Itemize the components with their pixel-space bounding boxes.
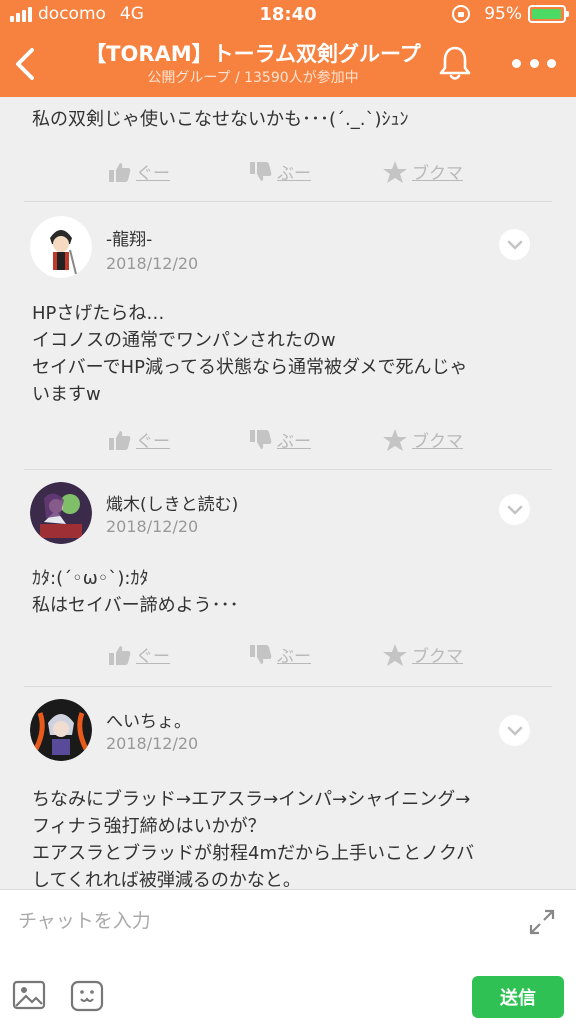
user-avatar-image (30, 699, 92, 761)
expand-input-button[interactable] (528, 908, 556, 936)
bell-icon (439, 46, 471, 80)
battery-percent: 95% (484, 4, 522, 24)
post-body-line: 私はセイバー諦めよう･･･ (32, 595, 239, 616)
chat-input[interactable] (18, 904, 508, 938)
post-actions: ぐー ぶー ブクマ (0, 159, 576, 189)
good-label: ぐー (136, 647, 170, 667)
thumbs-up-icon (109, 645, 131, 665)
bookmark-button[interactable]: ブクマ (382, 642, 463, 667)
back-button[interactable] (10, 44, 40, 84)
good-button[interactable]: ぐー (108, 159, 170, 184)
chevron-down-icon (507, 240, 522, 250)
avatar[interactable] (30, 216, 92, 278)
avatar[interactable] (30, 482, 92, 544)
post-username: -龍翔- (106, 230, 153, 250)
good-button[interactable]: ぐー (108, 427, 170, 452)
image-icon (12, 980, 46, 1010)
boo-button[interactable]: ぶー (249, 427, 311, 452)
status-bar: docomo 4G 18:40 95% (0, 0, 576, 30)
post-body-line: HPさげたらね… (32, 303, 165, 324)
thumbs-down-icon (250, 161, 272, 181)
chat-feed[interactable]: 私の双剣じゃ使いこなせないかも･･･(´._.`)ｼｭﾝ ぐー ぶー ブクマ -… (0, 97, 576, 889)
post-body-line: ちなみにブラッド→エアスラ→インパ→シャイニング→ (32, 789, 471, 810)
bookmark-button[interactable]: ブクマ (382, 159, 463, 184)
post-body-line: いますw (32, 384, 101, 405)
chat-post: 熾木(しきと読む) 2018/12/20 ｶﾀ:(´◦ω◦`):ｶﾀ 私はセイバ… (0, 470, 576, 687)
post-options-button[interactable] (499, 494, 530, 525)
boo-button[interactable]: ぶー (249, 642, 311, 667)
thumbs-up-icon (109, 430, 131, 450)
thumbs-down-icon (250, 644, 272, 664)
bookmark-label: ブクマ (412, 647, 463, 667)
star-icon (383, 643, 407, 666)
more-menu-button[interactable] (512, 48, 556, 78)
post-options-button[interactable] (499, 715, 530, 746)
chat-post: へいちょ。 2018/12/20 ちなみにブラッド→エアスラ→インパ→シャイニン… (0, 687, 576, 889)
notification-button[interactable] (437, 44, 473, 82)
emoji-icon (70, 980, 104, 1012)
chevron-left-icon (16, 48, 34, 80)
user-avatar-image (30, 482, 92, 544)
avatar[interactable] (30, 699, 92, 761)
battery-icon (528, 5, 569, 23)
boo-label: ぶー (277, 647, 311, 667)
post-body-line: フィナう強打締めはいかが？ (32, 816, 266, 837)
boo-button[interactable]: ぶー (249, 159, 311, 184)
battery-level (532, 9, 561, 19)
chat-post: -龍翔- 2018/12/20 HPさげたらね… イコノスの通常でワンパンされた… (0, 202, 576, 470)
group-subtitle: 公開グループ / 13590人が参加中 (147, 70, 359, 86)
boo-label: ぶー (277, 432, 311, 452)
good-label: ぐー (136, 432, 170, 452)
good-label: ぐー (136, 164, 170, 184)
user-avatar-image (30, 216, 92, 278)
boo-label: ぶー (277, 164, 311, 184)
dot-icon (512, 58, 521, 68)
chevron-down-icon (507, 726, 522, 736)
post-username: へいちょ。 (106, 712, 191, 732)
post-body-line: してくれれば被弾減るのかなと。 (32, 870, 301, 889)
post-body-line: セイバーでHP減ってる状態なら通常被ダメで死んじゃ (32, 357, 468, 378)
post-actions: ぐー ぶー ブクマ (0, 642, 576, 672)
dot-icon (547, 58, 556, 68)
send-button[interactable]: 送信 (472, 976, 564, 1018)
expand-icon (529, 909, 555, 935)
sticker-button[interactable] (70, 980, 104, 1012)
bookmark-label: ブクマ (412, 164, 463, 184)
post-date: 2018/12/20 (106, 517, 199, 536)
group-title: 【TORAM】トーラム双剣グループ (85, 42, 421, 66)
star-icon (383, 160, 407, 183)
post-body-line: イコノスの通常でワンパンされたのw (32, 330, 336, 351)
post-date: 2018/12/20 (106, 254, 199, 273)
chat-post: 私の双剣じゃ使いこなせないかも･･･(´._.`)ｼｭﾝ ぐー ぶー ブクマ (0, 97, 576, 202)
post-body-line: エアスラとブラッドが射程4mだから上手いことノクバ (32, 843, 475, 864)
dot-icon (529, 58, 539, 68)
post-date: 2018/12/20 (106, 734, 199, 753)
app-header: docomo 4G 18:40 95% 【TORAM】トーラム双剣グループ 公開… (0, 0, 576, 97)
bookmark-button[interactable]: ブクマ (382, 427, 463, 452)
post-options-button[interactable] (499, 229, 530, 260)
good-button[interactable]: ぐー (108, 642, 170, 667)
post-body-line: 私の双剣じゃ使いこなせないかも･･･(´._.`)ｼｭﾝ (32, 109, 409, 130)
chevron-down-icon (507, 505, 522, 515)
star-icon (383, 428, 407, 451)
thumbs-down-icon (250, 429, 272, 449)
rotation-lock-icon (452, 5, 471, 23)
thumbs-up-icon (109, 162, 131, 182)
status-right: 95% (452, 4, 569, 24)
post-username: 熾木(しきと読む) (106, 495, 239, 515)
bookmark-label: ブクマ (412, 432, 463, 452)
post-body-line: ｶﾀ:(´◦ω◦`):ｶﾀ (32, 568, 149, 589)
post-actions: ぐー ぶー ブクマ (0, 427, 576, 457)
image-attach-button[interactable] (12, 980, 46, 1010)
